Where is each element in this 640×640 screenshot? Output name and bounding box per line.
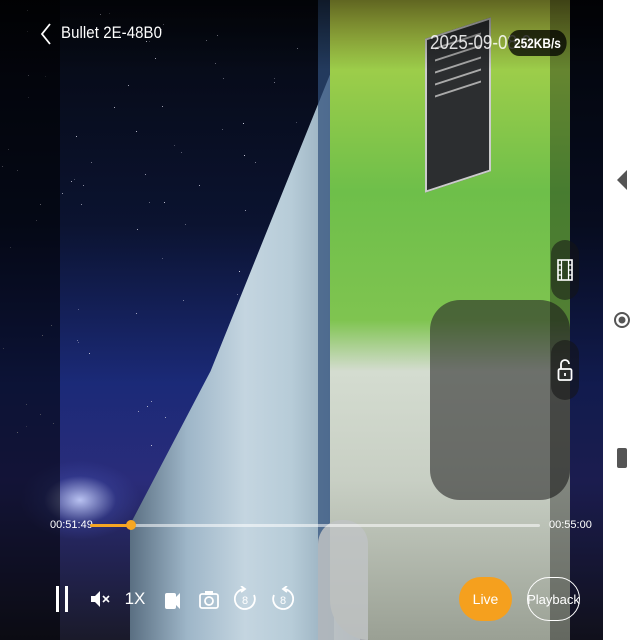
video-scene-shadow: [430, 300, 570, 500]
progress-row: 00:51:49 00:55:00: [0, 512, 603, 538]
square-recents-icon: [616, 448, 627, 468]
star-speck: [184, 224, 186, 226]
star-speck: [161, 257, 163, 259]
end-time: 00:55:00: [549, 519, 592, 531]
star-speck: [163, 201, 165, 203]
star-speck: [174, 144, 176, 146]
star-speck: [146, 405, 148, 407]
star-speck: [137, 411, 139, 413]
video-player-screen: Bullet 2E-48B0 2025-09-08 0 252KB/s 00:5…: [0, 0, 603, 640]
star-speck: [238, 270, 240, 272]
back-button[interactable]: [34, 20, 58, 48]
video-left-shade: [0, 0, 60, 640]
svg-text:8: 8: [242, 595, 248, 607]
star-speck: [274, 77, 276, 79]
camera-icon: [199, 591, 219, 609]
top-bar: Bullet 2E-48B0 2025-09-08 0 252KB/s: [0, 0, 603, 70]
playback-controls: 1X 8 8: [0, 575, 603, 625]
rewind-8-icon: 8: [234, 586, 256, 610]
star-speck: [82, 184, 84, 186]
rewind-button[interactable]: 8: [232, 575, 258, 623]
clips-button[interactable]: [551, 240, 579, 300]
unlocked-padlock-icon: [557, 359, 573, 381]
record-button[interactable]: [160, 575, 184, 623]
star-speck: [91, 162, 93, 164]
speaker-muted-icon: [91, 591, 110, 607]
speed-button[interactable]: 1X: [123, 575, 147, 623]
star-speck: [180, 151, 182, 153]
star-speck: [164, 416, 166, 418]
film-strip-icon: [557, 259, 573, 281]
lock-button[interactable]: [551, 340, 579, 400]
system-nav-bar: [603, 0, 640, 640]
mute-button[interactable]: [88, 575, 112, 623]
progress-slider[interactable]: [90, 520, 540, 530]
live-button[interactable]: Live: [459, 577, 512, 621]
star-speck: [80, 203, 82, 205]
playback-button[interactable]: Playback: [527, 577, 580, 621]
star-speck: [236, 294, 238, 296]
star-speck: [137, 228, 139, 230]
star-speck: [295, 121, 297, 123]
circle-home-icon: [613, 312, 630, 328]
star-speck: [223, 77, 225, 79]
nav-back-button[interactable]: [603, 160, 640, 200]
forward-button[interactable]: 8: [270, 575, 296, 623]
star-speck: [145, 173, 147, 175]
star-speck: [73, 179, 75, 181]
snapshot-button[interactable]: [196, 575, 222, 623]
star-speck: [162, 105, 164, 107]
star-speck: [244, 209, 246, 211]
star-speck: [76, 136, 77, 138]
device-title: Bullet 2E-48B0: [61, 23, 163, 42]
star-speck: [136, 313, 138, 315]
star-speck: [135, 130, 137, 132]
star-speck: [71, 181, 72, 183]
star-speck: [78, 341, 80, 343]
star-speck: [273, 82, 275, 84]
star-speck: [62, 192, 64, 194]
star-speck: [255, 161, 257, 163]
star-speck: [221, 129, 223, 131]
star-speck: [243, 155, 245, 157]
current-time: 00:51:49: [50, 519, 93, 531]
pause-button[interactable]: [50, 575, 74, 623]
chevron-left-icon: [40, 23, 51, 45]
star-speck: [243, 122, 245, 124]
video-right-shade: [550, 0, 603, 640]
video-camera-icon: [165, 593, 180, 609]
nav-home-button[interactable]: [603, 300, 640, 340]
star-speck: [198, 184, 200, 186]
progress-fill: [90, 524, 131, 527]
star-speck: [151, 444, 153, 446]
progress-thumb[interactable]: [125, 520, 136, 530]
star-speck: [183, 300, 185, 302]
nav-recents-button[interactable]: [603, 438, 640, 478]
star-speck: [77, 309, 79, 311]
bitrate-badge: 252KB/s: [508, 30, 567, 56]
triangle-back-icon: [616, 170, 627, 190]
star-speck: [128, 84, 130, 86]
star-speck: [76, 340, 78, 342]
pause-icon: [56, 586, 68, 612]
star-speck: [89, 352, 91, 354]
star-speck: [148, 202, 150, 204]
forward-8-icon: 8: [272, 586, 294, 610]
star-speck: [113, 106, 115, 108]
svg-text:8: 8: [280, 595, 286, 607]
star-speck: [150, 401, 152, 403]
